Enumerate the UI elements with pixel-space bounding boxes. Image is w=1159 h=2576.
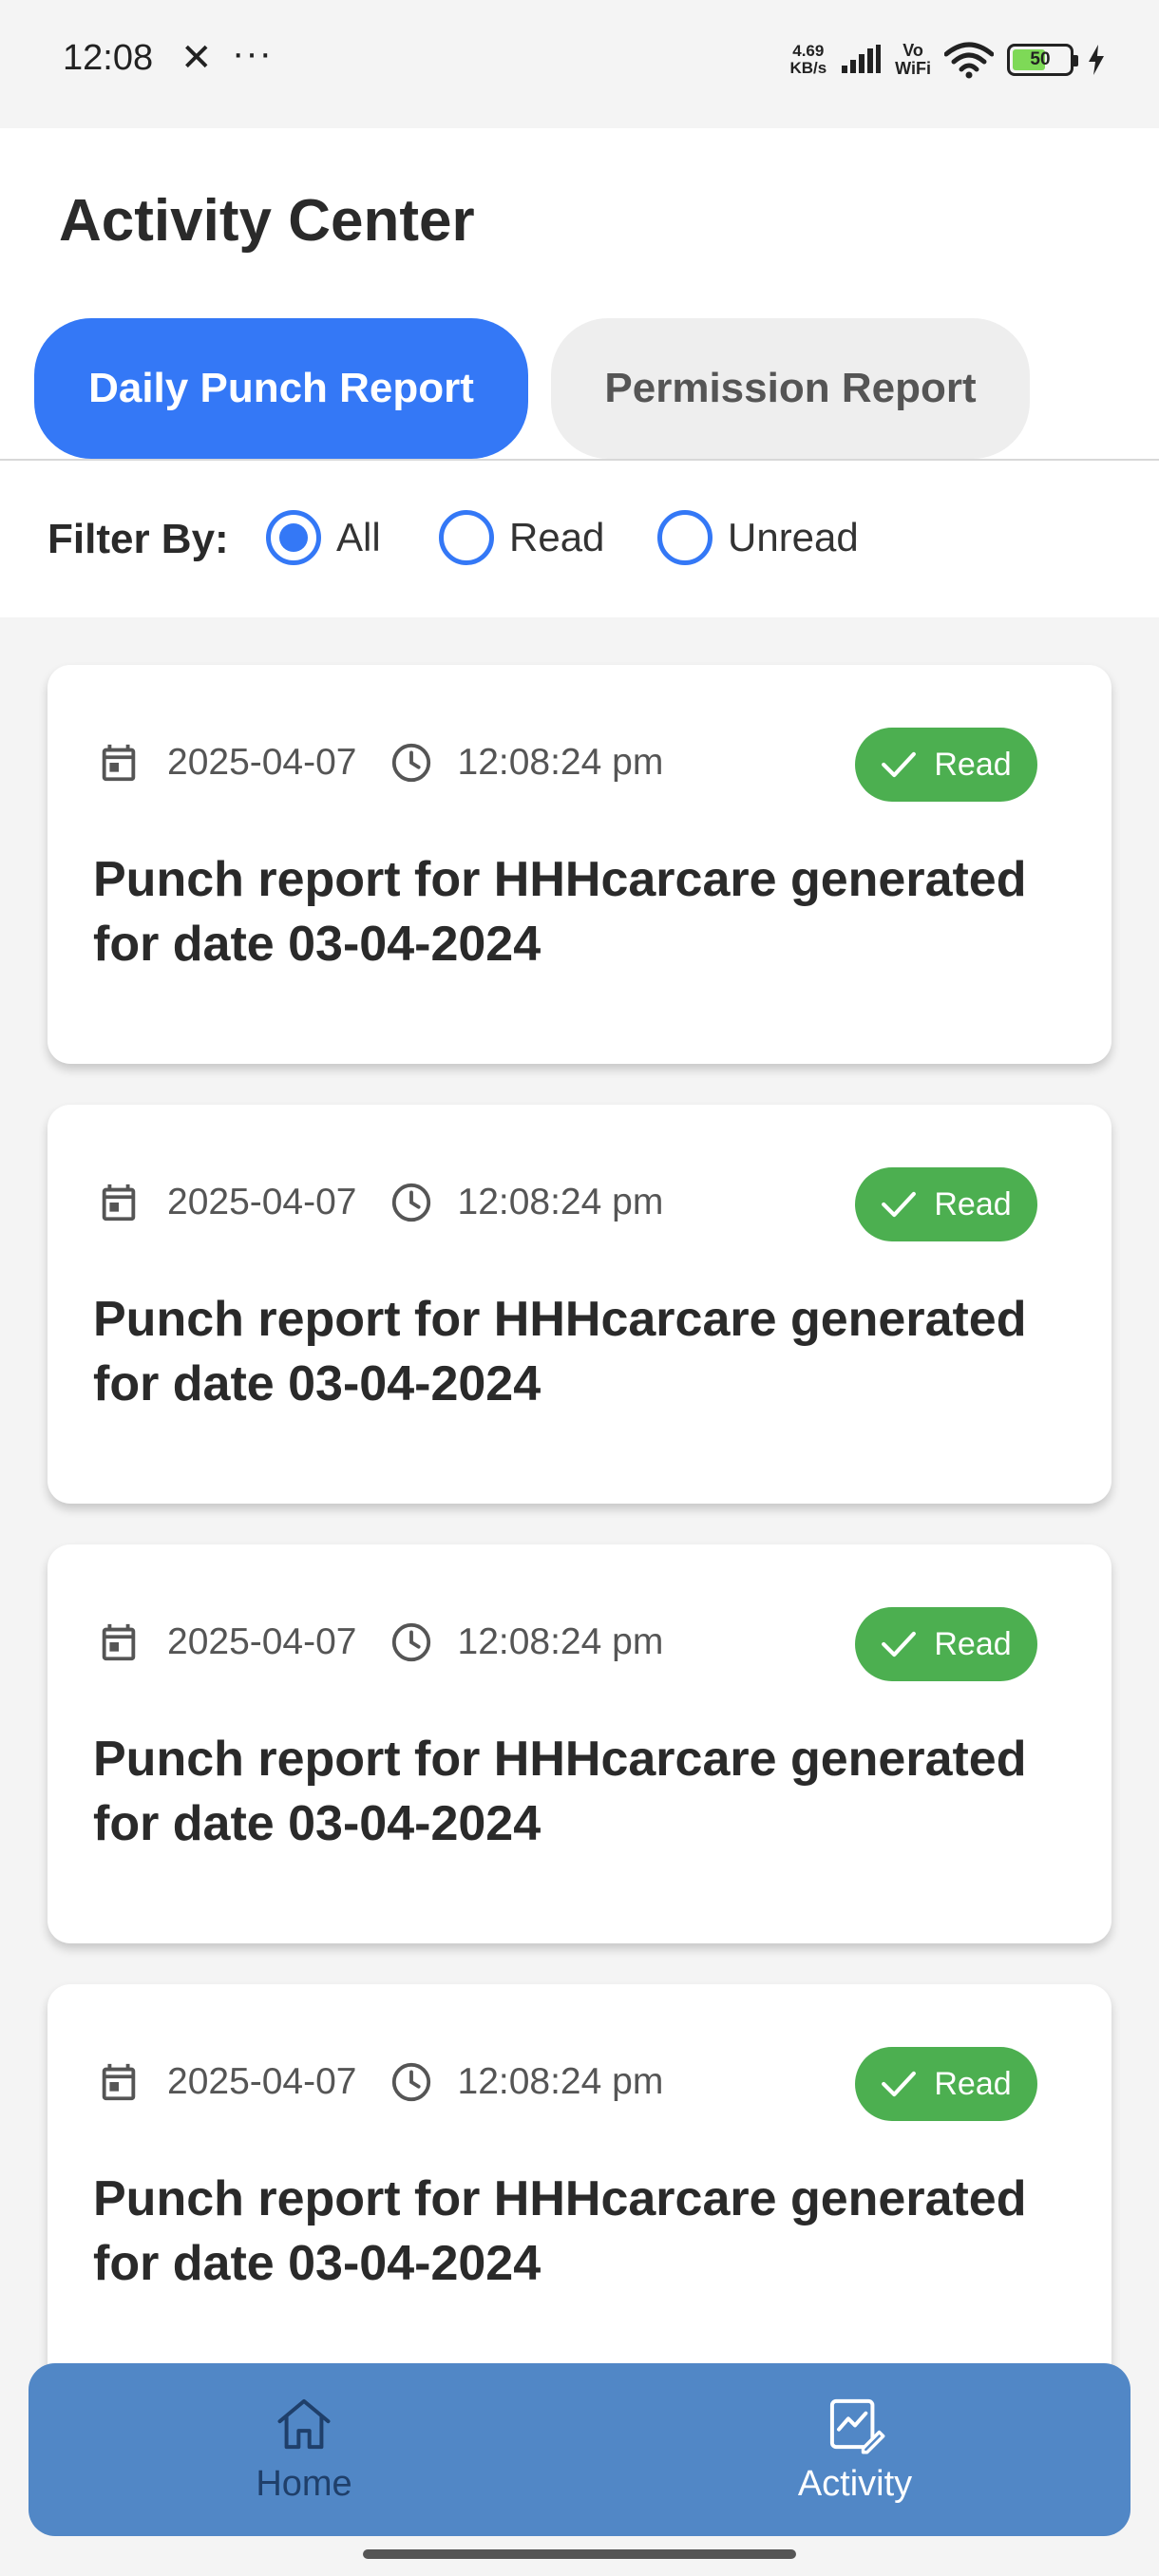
- filter-bar: Filter By: All Read Unread: [0, 461, 1159, 617]
- filter-option-all[interactable]: All: [266, 510, 381, 565]
- tab-permission-report[interactable]: Permission Report: [551, 318, 1030, 459]
- vowifi-bottom: WiFi: [895, 59, 931, 78]
- report-message: Punch report for HHHcarcare generated fo…: [93, 1292, 1027, 1411]
- vowifi-top: Vo: [902, 41, 923, 60]
- report-message: Punch report for HHHcarcare generated fo…: [93, 2171, 1027, 2291]
- read-status-label: Read: [934, 2065, 1012, 2102]
- page-title: Activity Center: [59, 188, 475, 254]
- signal-icon: [842, 45, 882, 73]
- card-meta: 2025-04-07 12:08:24 pm: [97, 1620, 663, 1664]
- home-indicator[interactable]: [363, 2549, 796, 2559]
- read-status-label: Read: [934, 746, 1012, 783]
- report-card[interactable]: 2025-04-07 12:08:24 pm Read Punch report…: [48, 1105, 1112, 1504]
- radio-unselected-icon[interactable]: [439, 510, 494, 565]
- report-time: 12:08:24 pm: [457, 1182, 664, 1222]
- card-meta: 2025-04-07 12:08:24 pm: [97, 2060, 663, 2104]
- report-card[interactable]: 2025-04-07 12:08:24 pm Read Punch report…: [48, 1544, 1112, 1943]
- tab-daily-punch-report[interactable]: Daily Punch Report: [34, 318, 528, 459]
- wifi-icon: [944, 42, 994, 79]
- filter-option-label: Read: [509, 515, 605, 559]
- bottom-navigation: Home Activity: [28, 2363, 1130, 2536]
- status-bar: 12:08 ✕ ··· 4.69 KB/s Vo WiFi 50: [0, 0, 1159, 128]
- calendar-icon: [102, 1184, 136, 1222]
- home-icon: [277, 2398, 331, 2450]
- clock-icon: [391, 743, 430, 783]
- report-message: Punch report for HHHcarcare generated fo…: [93, 852, 1027, 972]
- report-time: 12:08:24 pm: [457, 2061, 664, 2102]
- battery-nub: [1074, 55, 1078, 66]
- battery-icon: 50: [1007, 44, 1078, 76]
- nav-item-activity[interactable]: Activity: [712, 2392, 998, 2505]
- report-date: 2025-04-07: [167, 742, 357, 783]
- nav-activity-label: Activity: [797, 2464, 913, 2504]
- network-speed-value: 4.69: [792, 42, 825, 60]
- check-icon: [882, 1191, 917, 1218]
- filter-label: Filter By:: [48, 516, 229, 562]
- check-icon: [882, 2071, 917, 2097]
- radio-selected-icon[interactable]: [266, 510, 321, 565]
- card-meta: 2025-04-07 12:08:24 pm: [97, 1181, 663, 1224]
- filter-option-label: Unread: [728, 515, 859, 559]
- header: Activity Center Daily Punch Report Permi…: [0, 128, 1159, 461]
- status-time: 12:08: [63, 38, 154, 78]
- filter-option-unread[interactable]: Unread: [657, 510, 859, 565]
- report-time: 12:08:24 pm: [457, 742, 664, 783]
- read-status-badge: Read: [855, 1607, 1037, 1681]
- card-meta: 2025-04-07 12:08:24 pm: [97, 741, 663, 785]
- nav-home-label: Home: [256, 2464, 352, 2504]
- read-status-label: Read: [934, 1625, 1012, 1662]
- calendar-icon: [102, 2063, 136, 2101]
- network-speed: 4.69 KB/s: [789, 43, 826, 77]
- clock-icon: [391, 1622, 430, 1662]
- read-status-badge: Read: [855, 1167, 1037, 1241]
- read-status-label: Read: [934, 1185, 1012, 1222]
- report-date: 2025-04-07: [167, 2061, 357, 2102]
- activity-icon: [829, 2398, 885, 2454]
- read-status-badge: Read: [855, 2047, 1037, 2121]
- status-right-group: 4.69 KB/s Vo WiFi 50: [789, 36, 1106, 84]
- clock-icon: [391, 1183, 430, 1222]
- report-card[interactable]: 2025-04-07 12:08:24 pm Read Punch report…: [48, 1984, 1112, 2383]
- network-speed-unit: KB/s: [789, 59, 827, 77]
- more-notifications-icon: ···: [232, 32, 273, 74]
- report-time: 12:08:24 pm: [457, 1621, 664, 1662]
- charging-icon: [1089, 45, 1104, 75]
- report-message: Punch report for HHHcarcare generated fo…: [93, 1732, 1027, 1851]
- nav-item-home[interactable]: Home: [162, 2392, 446, 2505]
- check-icon: [882, 751, 917, 778]
- read-status-badge: Read: [855, 728, 1037, 802]
- calendar-icon: [102, 744, 136, 782]
- check-icon: [882, 1631, 917, 1657]
- vowifi-indicator: Vo WiFi: [895, 42, 931, 78]
- calendar-icon: [102, 1623, 136, 1661]
- battery-level: 50: [1030, 49, 1051, 69]
- x-app-icon: ✕: [180, 37, 213, 79]
- filter-option-label: All: [336, 515, 381, 559]
- radio-unselected-icon[interactable]: [657, 510, 712, 565]
- report-card[interactable]: 2025-04-07 12:08:24 pm Read Punch report…: [48, 665, 1112, 1064]
- report-date: 2025-04-07: [167, 1182, 357, 1222]
- report-date: 2025-04-07: [167, 1621, 357, 1662]
- filter-option-read[interactable]: Read: [439, 510, 604, 565]
- clock-icon: [391, 2062, 430, 2102]
